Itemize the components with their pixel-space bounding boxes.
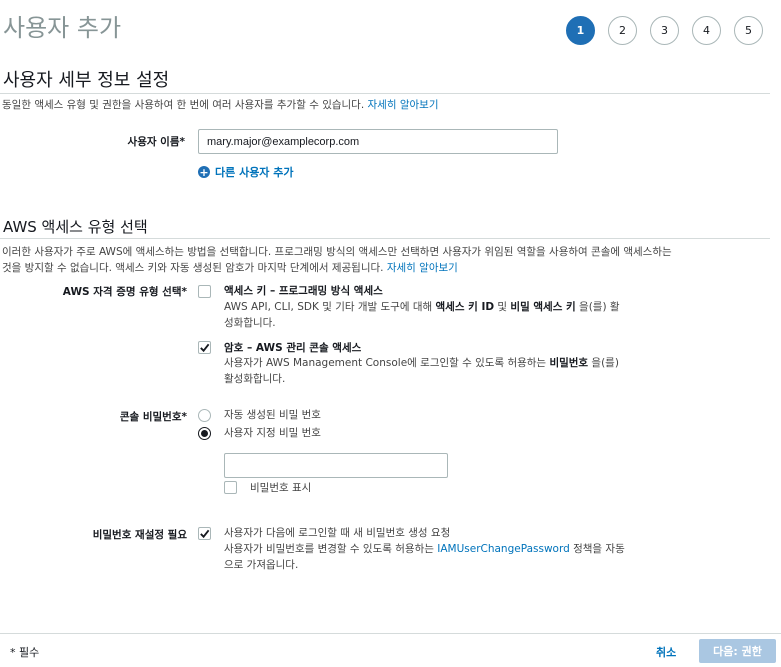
console-access-title: 암호 – AWS 관리 콘솔 액세스 (224, 342, 362, 354)
checkmark-icon (200, 529, 210, 539)
username-input[interactable] (198, 129, 558, 154)
radio-selected-dot (201, 430, 208, 437)
user-details-description: 동일한 액세스 유형 및 권한을 사용하여 한 번에 여러 사용자를 추가할 수… (2, 99, 439, 111)
show-password-checkbox[interactable] (224, 481, 237, 494)
programmatic-access-checkbox[interactable] (198, 285, 211, 298)
custom-password-input[interactable] (224, 453, 448, 478)
access-type-title: AWS 액세스 유형 선택 (3, 218, 148, 236)
require-reset-checkbox[interactable] (198, 527, 211, 540)
programmatic-access-title: 액세스 키 – 프로그래밍 방식 액세스 (224, 285, 383, 297)
auto-password-radio[interactable] (198, 409, 211, 422)
cancel-link[interactable]: 취소 (656, 644, 676, 660)
custom-password-radio[interactable] (198, 427, 211, 440)
console-access-description: 사용자가 AWS Management Console에 로그인할 수 있도록 … (224, 357, 619, 385)
access-type-description: 이러한 사용자가 주로 AWS에 액세스하는 방법을 선택합니다. 프로그래밍 … (2, 246, 672, 274)
footer-divider (0, 633, 781, 634)
username-label: 사용자 이름* (127, 136, 185, 148)
user-details-title: 사용자 세부 정보 설정 (3, 70, 170, 91)
step-4[interactable]: 4 (692, 16, 721, 45)
step-2[interactable]: 2 (608, 16, 637, 45)
auto-password-label: 자동 생성된 비밀 번호 (224, 409, 321, 421)
learn-more-link[interactable]: 자세히 알아보기 (368, 99, 439, 111)
divider (0, 238, 770, 239)
credential-type-label: AWS 자격 증명 유형 선택* (62, 286, 187, 298)
required-note: * 필수 (10, 646, 40, 659)
add-another-user-button[interactable]: + 다른 사용자 추가 (198, 164, 294, 180)
page-title: 사용자 추가 (3, 14, 122, 42)
plus-circle-icon: + (198, 165, 210, 179)
divider (0, 93, 770, 94)
next-permissions-button[interactable]: 다음: 권한 (699, 639, 776, 663)
console-access-checkbox[interactable] (198, 341, 211, 354)
console-password-label: 콘솔 비밀번호* (119, 411, 187, 423)
require-reset-description: 사용자가 다음에 로그인할 때 새 비밀번호 생성 요청 사용자가 비밀번호를 … (224, 527, 625, 571)
step-3[interactable]: 3 (650, 16, 679, 45)
step-5[interactable]: 5 (734, 16, 763, 45)
iam-policy-link[interactable]: IAMUserChangePassword (437, 543, 570, 555)
show-password-label: 비밀번호 표시 (250, 482, 312, 494)
programmatic-access-description: AWS API, CLI, SDK 및 기타 개발 도구에 대해 액세스 키 I… (224, 301, 620, 329)
step-indicator: 1 2 3 4 5 (566, 16, 763, 45)
custom-password-label: 사용자 지정 비밀 번호 (224, 427, 321, 439)
checkmark-icon (200, 343, 210, 353)
learn-more-link[interactable]: 자세히 알아보기 (387, 262, 458, 274)
step-1[interactable]: 1 (566, 16, 595, 45)
require-reset-label: 비밀번호 재설정 필요 (92, 529, 187, 541)
